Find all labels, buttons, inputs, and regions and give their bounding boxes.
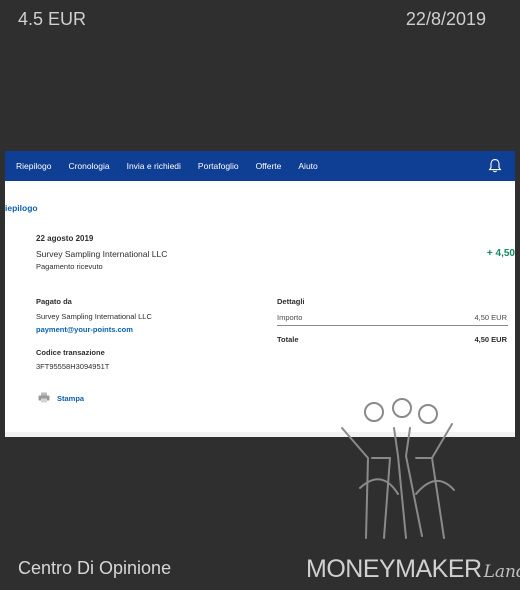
transaction-date: 22 agosto 2019 [36, 234, 94, 243]
payer-label: Pagato da [36, 297, 72, 306]
brand-land: Land [483, 562, 520, 582]
moneymakerland-logo-icon [341, 398, 455, 539]
nav-riepilogo[interactable]: Riepilogo [16, 161, 51, 171]
frame-company: Centro Di Opinione [18, 558, 172, 578]
nav-offerte[interactable]: Offerte [256, 161, 282, 171]
transaction-amount: + 4,50 [486, 248, 515, 259]
details-divider [277, 325, 508, 326]
payer-email-link[interactable]: payment@your-points.com [36, 325, 133, 334]
totale-label: Totale [277, 335, 299, 344]
transaction-code-label: Codice transazione [36, 348, 105, 357]
print-link[interactable]: Stampa [57, 394, 84, 403]
transaction-status: Pagamento ricevuto [36, 262, 103, 271]
details-title: Dettagli [277, 297, 305, 306]
transaction-merchant: Survey Sampling International LLC [36, 249, 168, 259]
importo-value: 4,50 EUR [474, 313, 507, 322]
nav-portafoglio[interactable]: Portafoglio [198, 161, 239, 171]
frame-date: 22/8/2019 [405, 9, 486, 29]
paypal-screenshot: Riepilogo Cronologia Invia e richiedi Po… [5, 151, 515, 437]
brand-logo: MONEYMAKERLand [306, 555, 520, 584]
nav-cronologia[interactable]: Cronologia [68, 161, 109, 171]
section-title: iepilogo [5, 203, 38, 213]
printer-icon[interactable] [38, 392, 50, 403]
transaction-code-value: 3FT95558H3094951T [36, 362, 110, 371]
frame-amount: 4.5 EUR [18, 9, 87, 29]
brand-money-maker: MONEYMAKER [306, 555, 482, 583]
nav-invia-e-richiedi[interactable]: Invia e richiedi [127, 161, 181, 171]
bell-icon[interactable] [487, 158, 503, 174]
navbar: Riepilogo Cronologia Invia e richiedi Po… [5, 151, 515, 181]
payer-name: Survey Sampling International LLC [36, 312, 152, 321]
totale-value: 4,50 EUR [474, 335, 507, 344]
nav-aiuto[interactable]: Aiuto [298, 161, 317, 171]
importo-label: Importo [277, 313, 303, 322]
